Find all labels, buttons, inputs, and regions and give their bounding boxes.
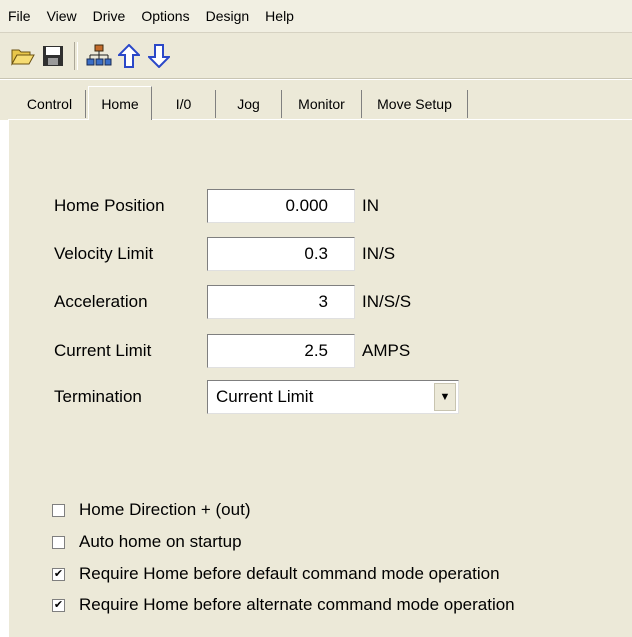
velocity-limit-input[interactable]: 0.3 [207,237,355,271]
auto-home-label: Auto home on startup [79,532,242,551]
require-home-default-checkbox[interactable]: ✔ [52,567,65,581]
dropdown-arrow-icon[interactable]: ▼ [434,383,456,411]
current-limit-label: Current Limit [54,341,152,360]
acceleration-unit: IN/S/S [362,292,412,311]
tab-home[interactable]: Home [88,86,152,120]
require-home-default-label: Require Home before default command mode… [79,564,500,583]
require-home-alternate-label: Require Home before alternate command mo… [79,595,515,614]
home-direction-checkbox[interactable] [52,503,65,517]
home-position-unit: IN [362,196,379,215]
acceleration-input[interactable]: 3 [207,285,355,319]
require-home-alternate-checkbox-row[interactable]: ✔ Require Home before alternate command … [52,595,515,615]
velocity-limit-unit: IN/S [362,244,396,263]
home-position-input[interactable]: 0.000 [207,189,355,223]
acceleration-label: Acceleration [54,292,148,311]
home-direction-label: Home Direction + (out) [79,500,251,519]
termination-value: Current Limit [216,387,314,406]
require-home-default-checkbox-row[interactable]: ✔ Require Home before default command mo… [52,564,500,584]
auto-home-checkbox[interactable] [52,535,65,549]
require-home-alternate-checkbox[interactable]: ✔ [52,598,65,612]
current-limit-input[interactable]: 2.5 [207,334,355,368]
home-direction-checkbox-row[interactable]: Home Direction + (out) [52,500,250,520]
auto-home-checkbox-row[interactable]: Auto home on startup [52,532,242,552]
velocity-limit-label: Velocity Limit [54,244,154,263]
termination-select[interactable]: Current Limit ▼ [207,380,459,414]
current-limit-unit: AMPS [362,341,411,360]
home-position-label: Home Position [54,196,165,215]
termination-label: Termination [54,387,142,406]
